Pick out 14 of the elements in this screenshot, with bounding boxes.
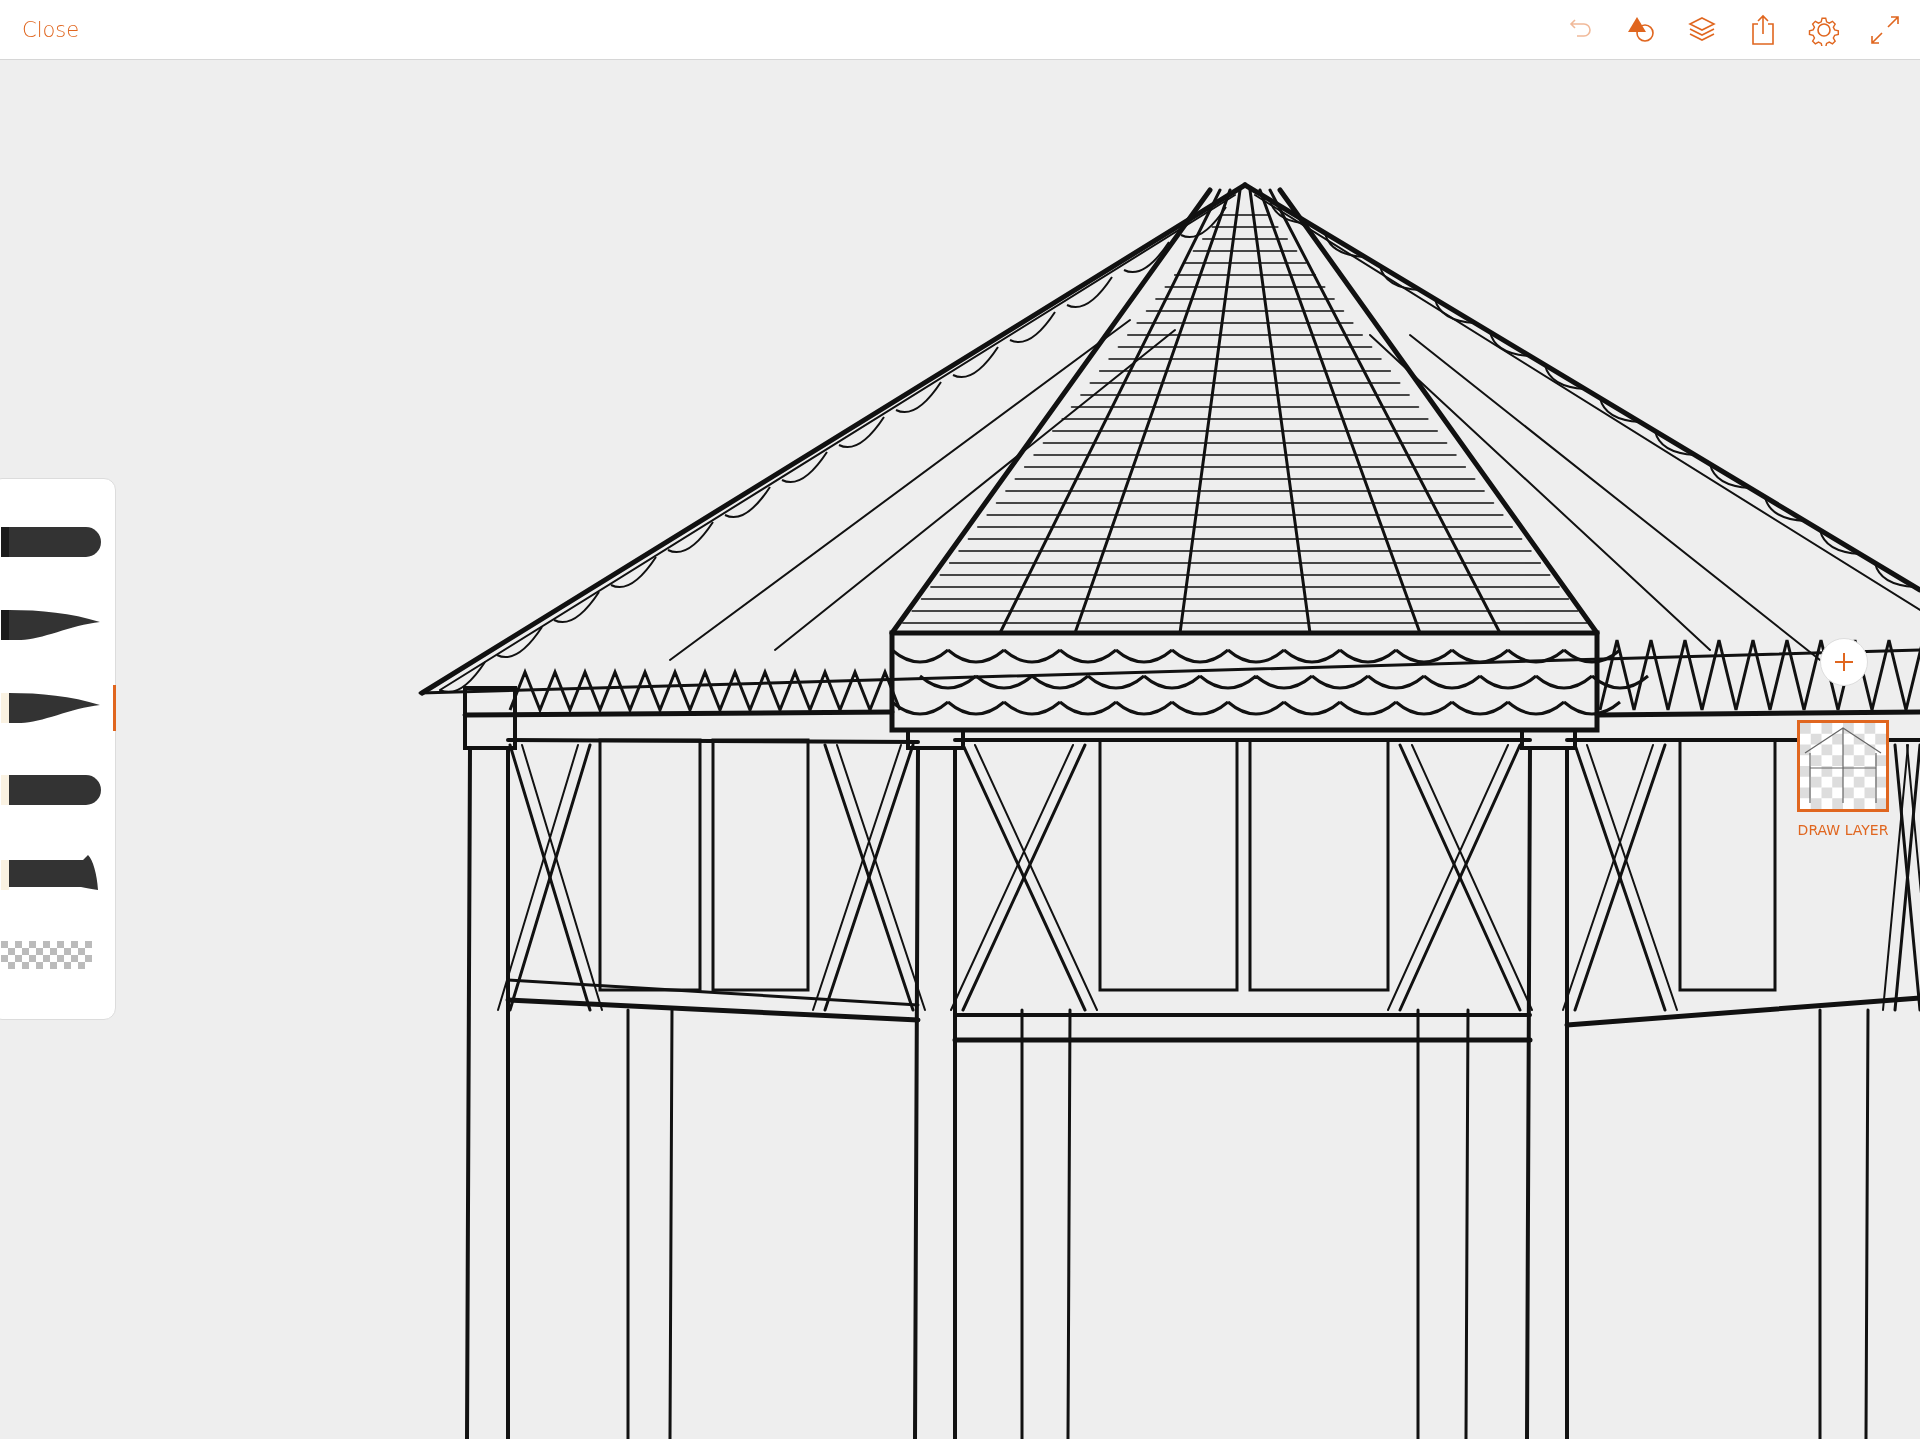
tapered-brush-icon	[1, 610, 101, 640]
brush-button[interactable]	[0, 684, 115, 731]
selection-indicator	[113, 684, 116, 731]
tapered-brush-icon	[1, 692, 101, 723]
round-brush-icon	[1, 775, 101, 806]
checkerboard-thumbnail-icon	[1800, 723, 1886, 809]
add-layer-button[interactable]	[1820, 638, 1868, 686]
layer-label: DRAW LAYER	[1797, 822, 1889, 838]
marker-brush-icon	[1, 853, 101, 892]
fullscreen-icon	[1869, 13, 1901, 46]
plus-icon	[1834, 652, 1854, 672]
round-brush-icon	[1, 527, 101, 558]
close-button[interactable]: Close	[20, 13, 82, 46]
layer-thumbnail[interactable]	[1797, 720, 1889, 812]
